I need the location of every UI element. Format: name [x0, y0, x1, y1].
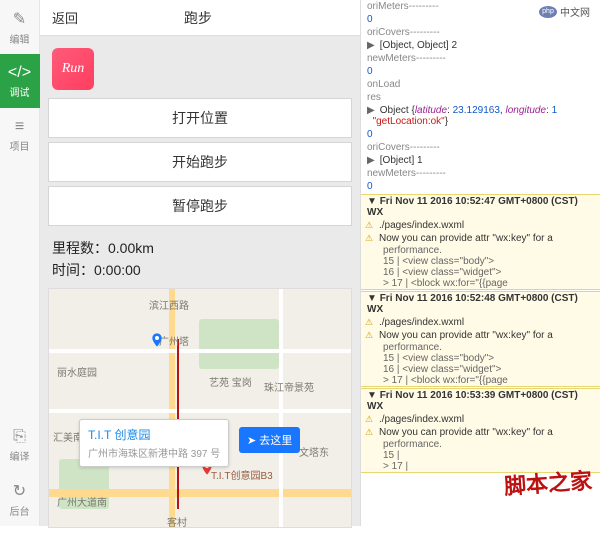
mileage-value: 0.00km — [108, 240, 154, 256]
debug-icon: </> — [8, 64, 31, 82]
popup-address: 广州市海珠区新港中路 397 号 — [88, 445, 220, 460]
go-label: 去这里 — [259, 432, 292, 448]
map-label: 丽水庭园 — [57, 364, 97, 379]
road-minor — [279, 289, 283, 527]
popup-title: T.I.T 创意园 — [88, 426, 220, 443]
pause-run-button[interactable]: 暂停跑步 — [48, 186, 352, 226]
console-warning-group[interactable]: Fri Nov 11 2016 10:53:39 GMT+0800 (CST) … — [361, 388, 600, 473]
sidebar-item-edit[interactable]: ✎ 编辑 — [0, 0, 40, 54]
menu-icon: ≡ — [15, 118, 24, 136]
map-label: 广州大道南 — [57, 494, 107, 509]
sidebar-item-background[interactable]: ↻ 后台 — [0, 472, 40, 526]
debug-console[interactable]: php中文网 oriMeters---------0oriCovers-----… — [360, 0, 600, 526]
console-warning-group[interactable]: Fri Nov 11 2016 10:52:47 GMT+0800 (CST) … — [361, 194, 600, 290]
park-area — [199, 319, 279, 369]
console-line: ▶ Object {latitude: 23.129163, longitude… — [361, 104, 600, 128]
console-line: 0 — [361, 180, 600, 193]
time-label: 时间： — [52, 262, 94, 278]
console-line: newMeters--------- — [361, 52, 600, 65]
mileage-label: 里程数： — [52, 240, 108, 256]
map-marker-blue[interactable] — [149, 329, 165, 351]
phone-body: Run 打开位置 开始跑步 暂停跑步 里程数：0.00km 时间：0:00:00… — [40, 36, 360, 536]
road-minor — [49, 409, 351, 413]
start-run-button[interactable]: 开始跑步 — [48, 142, 352, 182]
map-label: 滨江西路 — [149, 297, 189, 312]
console-line: oriCovers--------- — [361, 141, 600, 154]
console-line: ▶ [Object, Object] 2 — [361, 39, 600, 52]
sidebar-item-compile[interactable]: ⎘ 编译 — [0, 418, 40, 472]
console-line: res — [361, 91, 600, 104]
sidebar-label: 编译 — [10, 448, 30, 463]
map-label: 珠江帝景苑 — [264, 379, 314, 394]
compile-icon: ⎘ — [13, 428, 26, 446]
sidebar-label: 后台 — [10, 503, 30, 518]
app-logo: Run — [52, 48, 94, 90]
map-label: T.I.T创意园B3 — [211, 467, 273, 482]
road-major — [169, 289, 175, 527]
console-warning-group[interactable]: Fri Nov 11 2016 10:52:48 GMT+0800 (CST) … — [361, 291, 600, 387]
edit-icon: ✎ — [13, 9, 26, 29]
watermark-script-home: 脚本之家 — [503, 463, 593, 501]
console-line: 0 — [361, 65, 600, 78]
console-line: 0 — [361, 128, 600, 141]
navigate-icon: ➤ — [247, 434, 256, 447]
stats-panel: 里程数：0.00km 时间：0:00:00 — [48, 230, 352, 288]
console-line: ▶ [Object] 1 — [361, 154, 600, 167]
ide-sidebar: ✎ 编辑 </> 调试 ≡ 项目 ⎘ 编译 ↻ 后台 — [0, 0, 40, 526]
map-view[interactable]: 滨江西路 广州塔 丽水庭园 艺苑 宝岗 珠江帝景苑 汇美南 文塔东 广州大道南 … — [48, 288, 352, 528]
console-line: oriCovers--------- — [361, 26, 600, 39]
map-label: 艺苑 宝岗 — [209, 374, 252, 389]
map-popup[interactable]: T.I.T 创意园 广州市海珠区新港中路 397 号 — [79, 419, 229, 467]
refresh-icon: ↻ — [13, 481, 26, 501]
sidebar-item-project[interactable]: ≡ 项目 — [0, 108, 40, 162]
sidebar-item-debug[interactable]: </> 调试 — [0, 54, 40, 108]
phone-simulator: 返回 跑步 Run 打开位置 开始跑步 暂停跑步 里程数：0.00km 时间：0… — [40, 0, 360, 526]
sidebar-label: 项目 — [10, 138, 30, 153]
sidebar-label: 调试 — [10, 84, 30, 99]
open-location-button[interactable]: 打开位置 — [48, 98, 352, 138]
sidebar-label: 编辑 — [10, 31, 30, 46]
phone-topbar: 返回 跑步 — [40, 0, 360, 36]
time-value: 0:00:00 — [94, 262, 141, 278]
road-minor — [49, 349, 351, 353]
page-title: 跑步 — [48, 8, 348, 28]
console-line: newMeters--------- — [361, 167, 600, 180]
console-line: onLoad — [361, 78, 600, 91]
watermark-phpcn: php中文网 — [539, 4, 590, 19]
map-label: 文塔东 — [299, 444, 329, 459]
go-here-button[interactable]: ➤ 去这里 — [239, 427, 300, 453]
